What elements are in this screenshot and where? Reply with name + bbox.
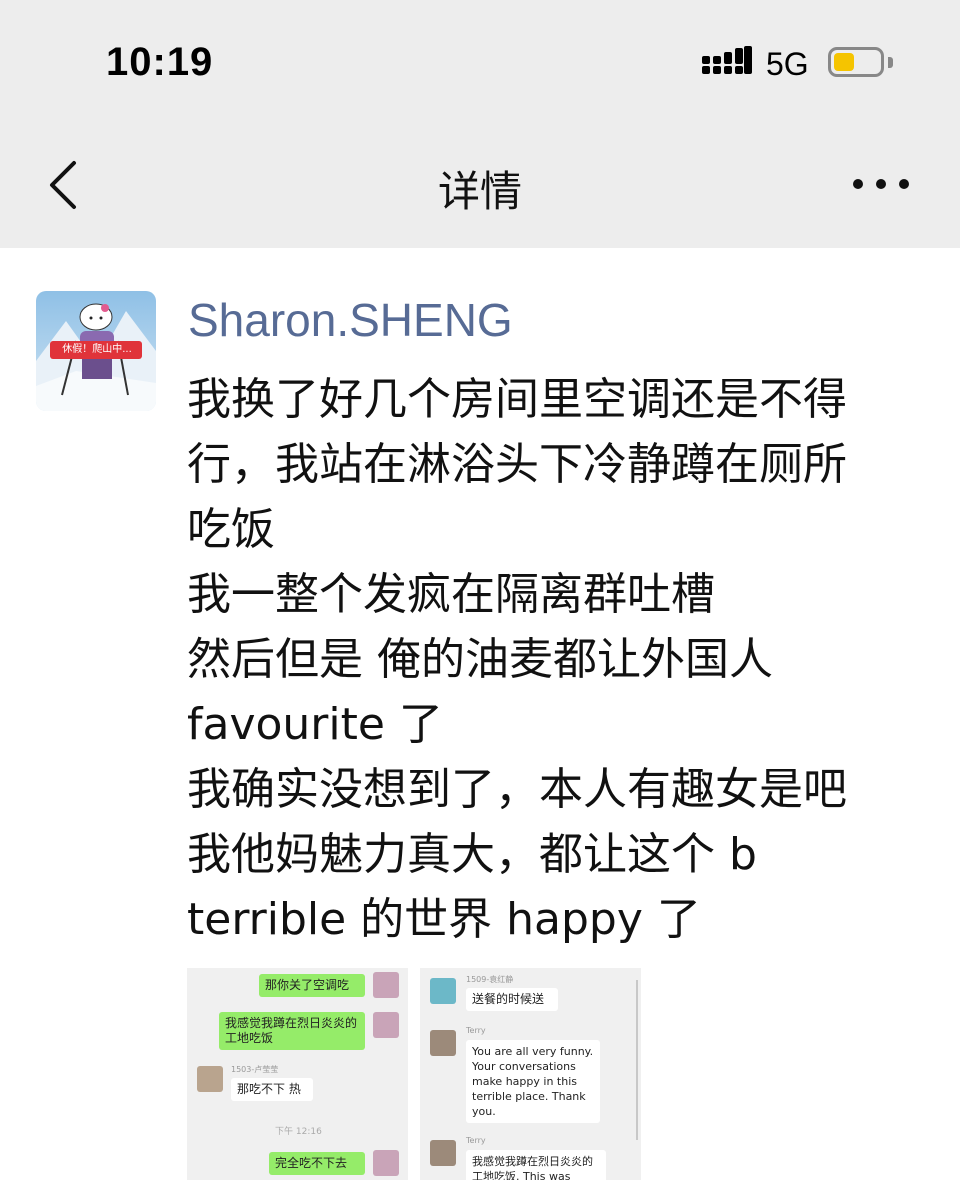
chat-bubble: 送餐的时候送 — [466, 988, 558, 1011]
signal-icon — [702, 46, 752, 74]
chat-avatar — [197, 1066, 223, 1092]
chat-avatar — [373, 972, 399, 998]
chat-avatar — [373, 1012, 399, 1038]
post-line: terrible 的世界 happy 了 — [187, 894, 701, 945]
post-line: 我一整个发疯在隔离群吐槽 — [187, 569, 715, 620]
battery-icon — [828, 47, 884, 77]
post-line: favourite 了 — [187, 699, 443, 750]
status-time: 10:19 — [106, 40, 214, 84]
post-line: 我换了好几个房间里空调还是不得 — [187, 374, 847, 425]
chat-scrollbar — [636, 980, 638, 1140]
chat-bubble: 我感觉我蹲在烈日炎炎的工地吃饭 — [219, 1012, 365, 1050]
chat-timestamp: 下午 12:16 — [275, 1127, 322, 1137]
chat-avatar — [373, 1150, 399, 1176]
chat-avatar — [430, 1140, 456, 1166]
chat-avatar — [430, 1030, 456, 1056]
post-image-2[interactable]: 1509-袁红静 送餐的时候送 Terry You are all very f… — [420, 968, 641, 1180]
battery-level — [834, 53, 854, 71]
avatar-badge: 休假！爬山中... — [62, 344, 132, 355]
battery-tip — [888, 57, 893, 68]
post-line: 然后但是 俺的油麦都让外国人 — [187, 634, 773, 685]
chat-bubble: 那吃不下 热 — [231, 1078, 313, 1101]
post-line: 我确实没想到了，本人有趣女是吧 — [187, 764, 847, 815]
post-image-1[interactable]: 那你关了空调吃 我感觉我蹲在烈日炎炎的工地吃饭 1503-卢莹莹 那吃不下 热 … — [187, 968, 408, 1180]
chat-sender-name: 1509-袁红静 — [466, 975, 514, 984]
page-title: 详情 — [437, 167, 522, 216]
chat-sender-name: Terry — [466, 1136, 486, 1145]
post-line: 行，我站在淋浴头下冷静蹲在厕所 — [187, 439, 847, 490]
post-line: 吃饭 — [187, 504, 275, 555]
avatar[interactable]: 休假！爬山中... — [36, 291, 156, 411]
chat-avatar — [430, 978, 456, 1004]
post-content: 我换了好几个房间里空调还是不得 行，我站在淋浴头下冷静蹲在厕所 吃饭 我一整个发… — [187, 367, 927, 952]
post-line: 我他妈魅力真大，都让这个 b — [187, 829, 757, 880]
chat-sender-name: 1503-卢莹莹 — [231, 1065, 279, 1074]
chat-bubble: You are all very funny. Your conversatio… — [466, 1040, 600, 1123]
chat-bubble: 完全吃不下去 — [269, 1152, 365, 1175]
chat-bubble: 我感觉我蹲在烈日炎炎的工地吃饭. This was — [466, 1150, 606, 1180]
network-label: 5G — [766, 46, 809, 82]
chat-sender-name: Terry — [466, 1026, 486, 1035]
author-name[interactable]: Sharon.SHENG — [188, 293, 513, 347]
chat-bubble: 那你关了空调吃 — [259, 974, 365, 997]
more-dots-icon[interactable] — [846, 166, 916, 202]
